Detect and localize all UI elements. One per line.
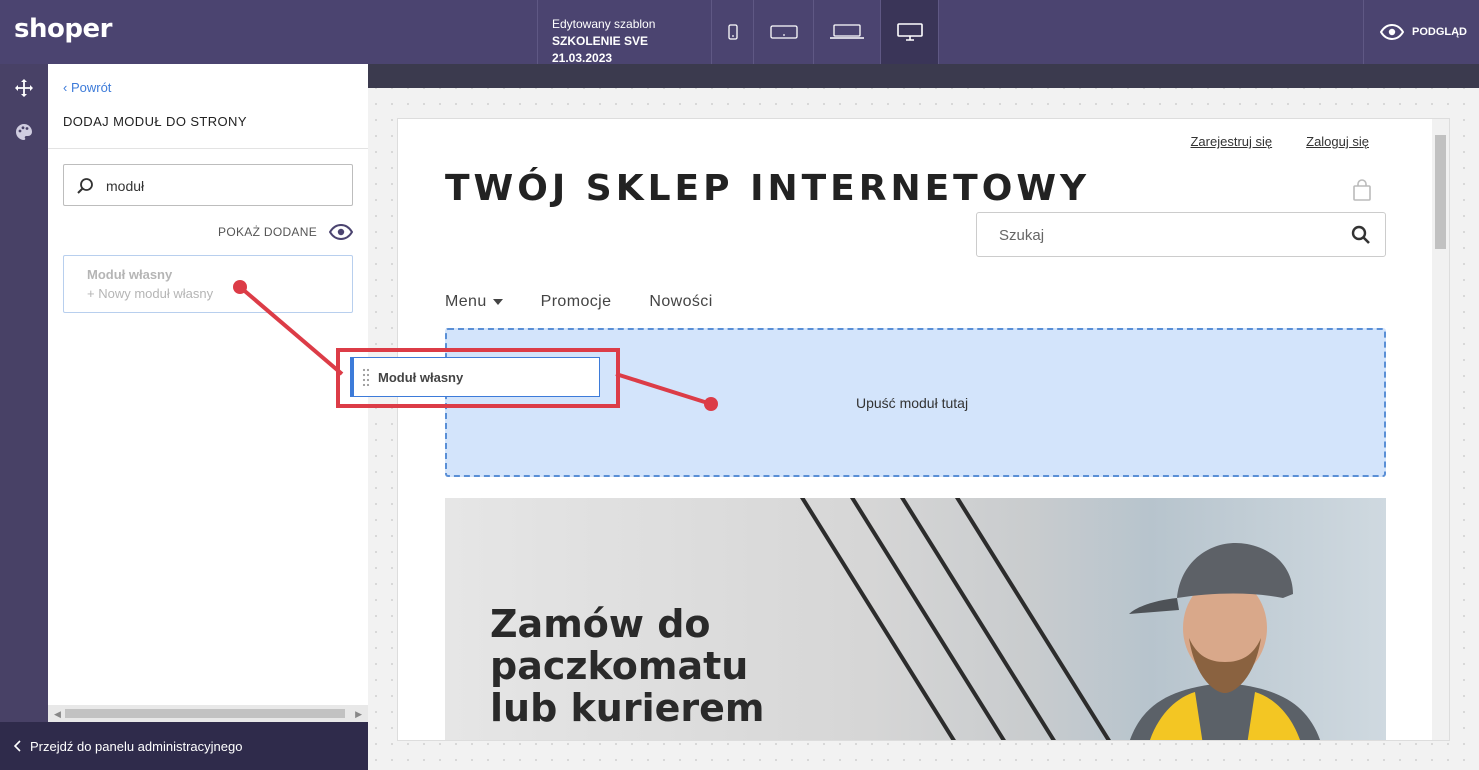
laptop-icon (830, 24, 864, 39)
store-title[interactable]: TWÓJ SKLEP INTERNETOWY (445, 168, 1090, 209)
eye-icon (1380, 24, 1404, 40)
preview-vertical-scrollbar[interactable] (1432, 119, 1449, 740)
store-search-placeholder: Szukaj (999, 227, 1045, 244)
edited-template-info: Edytowany szablon SZKOLENIE SVE 21.03.20… (537, 0, 712, 65)
module-card-title: Moduł własny (87, 267, 173, 282)
device-tablet-button[interactable] (754, 0, 814, 64)
show-added-label: POKAŻ DODANE (218, 225, 317, 239)
nav-item-menu[interactable]: Menu (445, 293, 503, 311)
search-icon (77, 178, 93, 194)
store-preview-frame: Zarejestruj się Zaloguj się TWÓJ SKLEP I… (397, 118, 1450, 741)
back-label: Powrót (70, 80, 112, 95)
eye-icon (329, 224, 353, 240)
nav-item-promocje[interactable]: Promocje (541, 293, 612, 311)
device-desktop-button[interactable] (881, 0, 939, 64)
caret-down-icon (492, 299, 503, 305)
admin-panel-label: Przejdź do panelu administracyjnego (30, 738, 243, 754)
move-icon (15, 79, 33, 97)
module-search-input[interactable]: moduł (63, 164, 353, 206)
scroll-right-arrow-icon[interactable]: ▶ (355, 709, 362, 720)
preview-button[interactable]: PODGLĄD (1363, 0, 1479, 64)
store-search-input[interactable]: Szukaj (976, 212, 1386, 257)
device-laptop-button[interactable] (814, 0, 881, 64)
scrollbar-thumb[interactable] (65, 709, 345, 718)
horizontal-scrollbar[interactable]: ◀ ▶ (48, 705, 368, 722)
left-rail (0, 64, 48, 722)
template-name: SZKOLENIE SVE 21.03.2023 (552, 34, 649, 65)
banner-heading-line: Zamów do (490, 602, 711, 646)
nav-item-label: Menu (445, 293, 487, 310)
phone-icon (727, 24, 738, 40)
template-caption: Edytowany szablon (552, 17, 656, 31)
nav-item-nowosci[interactable]: Nowości (649, 293, 712, 311)
preview-label: PODGLĄD (1412, 26, 1467, 38)
account-links: Zarejestruj się Zaloguj się (1190, 134, 1369, 149)
shoper-logo[interactable]: shoper (14, 14, 112, 44)
banner-heading-line: paczkomatu (490, 644, 749, 688)
search-value: moduł (106, 178, 145, 194)
annotation-highlight-box (336, 348, 620, 408)
chevron-left-icon (14, 740, 21, 752)
device-phone-button[interactable] (712, 0, 754, 64)
banner-heading-line: lub kurierem (490, 686, 765, 730)
register-link[interactable]: Zarejestruj się (1190, 134, 1272, 149)
move-modules-button[interactable] (12, 76, 36, 100)
search-icon[interactable] (1351, 225, 1371, 245)
drop-zone-label: Upuść moduł tutaj (856, 395, 969, 411)
tablet-icon (769, 25, 798, 39)
show-added-toggle[interactable]: POKAŻ DODANE (63, 221, 353, 243)
scroll-left-arrow-icon[interactable]: ◀ (54, 709, 61, 720)
divider (48, 148, 368, 149)
banner-heading: Zamów do paczkomatu lub kurierem (490, 603, 764, 729)
back-link[interactable]: ‹ Powrót (63, 80, 111, 95)
courier-figure (1129, 542, 1320, 740)
module-card-custom[interactable]: Moduł własny + Nowy moduł własny (63, 255, 353, 313)
desktop-icon (896, 23, 923, 41)
login-link[interactable]: Zaloguj się (1306, 134, 1369, 149)
store-navigation: Menu Promocje Nowości (445, 293, 713, 311)
palette-icon (16, 124, 32, 140)
canvas-header-strip (368, 64, 1479, 88)
module-card-subtitle: + Nowy moduł własny (87, 286, 214, 301)
theme-colors-button[interactable] (12, 120, 36, 144)
panel-title: DODAJ MODUŁ DO STRONY (63, 114, 247, 129)
admin-panel-link[interactable]: Przejdź do panelu administracyjnego (0, 722, 368, 770)
shopping-bag-icon[interactable] (1352, 179, 1372, 201)
top-bar: shoper Edytowany szablon SZKOLENIE SVE 2… (0, 0, 1479, 65)
banner-stripe (875, 498, 1070, 740)
add-module-panel: ‹ Powrót DODAJ MODUŁ DO STRONY moduł POK… (48, 64, 368, 722)
scrollbar-thumb[interactable] (1435, 135, 1446, 249)
hero-banner[interactable]: Zamów do paczkomatu lub kurierem (445, 498, 1386, 740)
